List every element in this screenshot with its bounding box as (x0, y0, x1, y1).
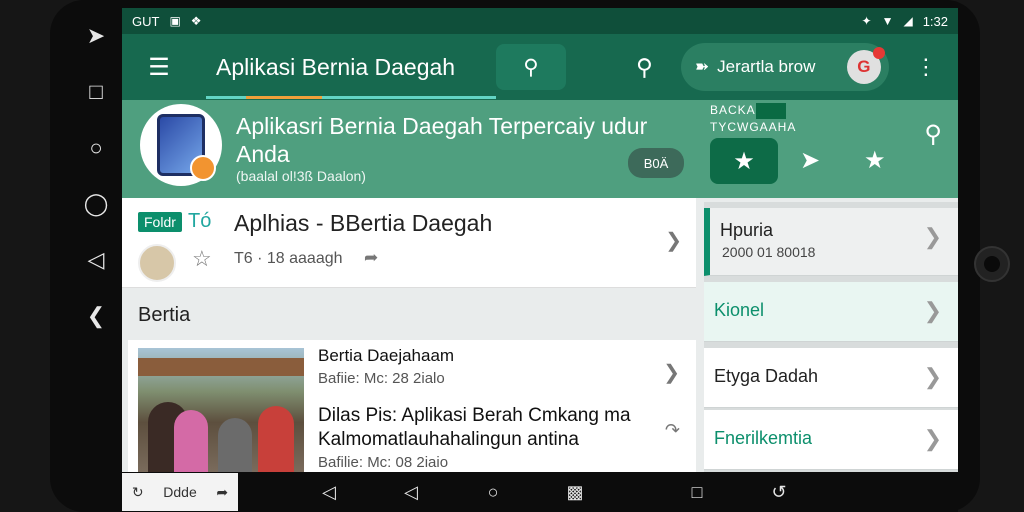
share-arrow-icon: ➦ (216, 483, 229, 500)
mini-title-bar (755, 102, 786, 119)
card-tag-secondary: Tó (188, 210, 212, 232)
side-panel: Hpuria 2000 01 80018 ❯ Kionel ❯ Etyga Da… (704, 202, 958, 472)
side-item-label: Fnerilkemtia (714, 428, 813, 448)
chevron-right-icon: ❯ (923, 364, 942, 389)
side-item-sub: 2000 01 80018 (722, 244, 816, 260)
section-title: Bertia (138, 304, 191, 326)
vibrate-icon: ✦ (861, 14, 872, 28)
recent-apps-icon[interactable]: □ (656, 482, 738, 503)
featured-card[interactable]: Foldr Tó Aplhias - BBertia Daegah ☆ T6 ·… (122, 198, 696, 288)
mini-title-line2: TYCWGAAHA (710, 119, 797, 134)
search-icon: ⚲ (523, 55, 539, 79)
camera-icon (974, 246, 1010, 282)
chevron-right-icon[interactable]: ❯ (663, 360, 680, 385)
grid-icon: ❖ (190, 14, 202, 28)
wifi-icon: ▼ (881, 14, 894, 28)
star-button-active[interactable]: ★ (710, 138, 778, 184)
carrier-label: GUT (132, 13, 160, 29)
mini-title-line1: BACKA (710, 103, 756, 117)
pin-icon: ➽ (694, 57, 710, 76)
side-item[interactable]: Etyga Dadah ❯ (704, 348, 958, 408)
circle-icon[interactable]: ○ (76, 120, 116, 176)
back-triangle-icon[interactable]: ◁ (288, 482, 370, 503)
news-card[interactable]: Bertia Daejahaam Bafiie: Mc: 28 2ialo ❯ … (128, 340, 696, 472)
notification-badge (872, 47, 885, 59)
hero-banner: Aplikasri Bernia Daegah Terpercaiy udur … (122, 100, 958, 198)
app-title: Aplikasi Bernia Daegah (216, 53, 456, 80)
side-navigation: ➤ □ ○ ◯ ◁ ❮ (70, 8, 122, 504)
chevron-left-icon[interactable]: ❮ (76, 288, 116, 344)
mini-title: BACKA TYCWGAAHA (710, 102, 796, 135)
side-item[interactable]: Hpuria 2000 01 80018 ❯ (704, 208, 958, 276)
avatar (138, 244, 176, 282)
card-tag: Foldr (138, 212, 182, 232)
side-item-label: Kionel (714, 300, 765, 320)
square-icon[interactable]: □ (76, 64, 116, 120)
status-bar: GUT ▣ ❖ ✦ ▼ ◢ 1:32 (122, 8, 958, 34)
news-title: Dilas Pis: Aplikasi Berah Cmkang ma Kalm… (318, 405, 631, 450)
star-icon: ★ (733, 147, 755, 175)
triangle-back-icon[interactable]: ◁ (76, 232, 116, 288)
tag-icon[interactable]: ➤ (800, 146, 820, 175)
phone-icon (157, 114, 216, 181)
news-meta: Bafilie: Mc: 08 2iaio (318, 454, 449, 471)
undo-icon[interactable]: ↺ (738, 482, 820, 503)
signal-icon: ◢ (903, 14, 913, 28)
pill-label: Jerartla brow (717, 57, 816, 76)
hero-subtitle: (baalal ol!3ß Daalon) (236, 168, 366, 184)
side-item[interactable]: Kionel ❯ (704, 282, 958, 342)
chevron-right-icon[interactable]: ❯ (665, 228, 682, 253)
refresh-icon: ↻ (131, 483, 144, 500)
circle-icon[interactable]: ◯ (76, 176, 116, 232)
active-tab-underline (206, 96, 496, 99)
side-item-label: Etyga Dadah (714, 366, 819, 386)
app-logo (140, 104, 222, 186)
image-icon: ▣ (169, 14, 181, 28)
home-icon[interactable]: ○ (452, 482, 534, 503)
menu-icon[interactable]: ☰ (122, 53, 196, 82)
book-icon[interactable]: ▩ (534, 482, 616, 503)
more-icon[interactable]: ⋮ (915, 54, 937, 80)
search-icon[interactable]: ⚲ (924, 120, 942, 149)
news-title: Bertia Daejahaam (318, 346, 455, 365)
location-pill[interactable]: ➽ Jerartla brow G (680, 43, 889, 91)
hero-heading: Aplikasri Bernia Daegah Terpercaiy udur … (236, 113, 648, 167)
reply-arrow-icon[interactable]: ↷ (665, 420, 680, 441)
app-bar: ☰ Aplikasi Bernia Daegah ⚲ ⚲ ➽ Jerartla … (122, 34, 958, 100)
search-button[interactable]: ⚲ (496, 44, 566, 90)
device-frame: ➤ □ ○ ◯ ◁ ❮ GUT ▣ ❖ ✦ ▼ ◢ 1:32 ☰ Aplikas… (0, 0, 1024, 512)
card-title: Aplhias - BBertia Daegah (234, 210, 493, 236)
clock: 1:32 (922, 13, 948, 29)
bottom-tile-label: Ddde (163, 484, 197, 500)
star-icon[interactable]: ★ (864, 146, 886, 175)
chevron-right-icon: ❯ (923, 298, 942, 323)
bottom-tile[interactable]: ↻ Ddde ➦ (122, 473, 238, 511)
search-icon[interactable]: ⚲ (636, 54, 653, 81)
back-icon[interactable]: ◁ (370, 482, 452, 503)
share-icon[interactable]: ➦ (364, 248, 378, 268)
side-item[interactable]: Fnerilkemtia ❯ (704, 410, 958, 470)
chevron-right-icon: ❯ (923, 224, 942, 249)
side-item-label: Hpuria (720, 220, 774, 240)
chat-label: B0Ä (643, 155, 669, 171)
chat-bubble-button[interactable]: B0Ä (628, 148, 684, 178)
bottom-navigation: ↻ Ddde ➦ ◁ ◁ ○ ▩ □ ↺ (122, 472, 958, 512)
chevron-right-icon: ❯ (923, 426, 942, 451)
card-meta: T6 · 18 aaaagh (234, 250, 343, 267)
news-meta: Bafiie: Mc: 28 2ialo (318, 370, 445, 387)
star-outline-icon[interactable]: ☆ (192, 246, 212, 272)
news-photo (138, 348, 304, 472)
back-arrow-icon[interactable]: ➤ (76, 8, 116, 64)
app-screen: GUT ▣ ❖ ✦ ▼ ◢ 1:32 ☰ Aplikasi Bernia Dae… (122, 8, 958, 472)
